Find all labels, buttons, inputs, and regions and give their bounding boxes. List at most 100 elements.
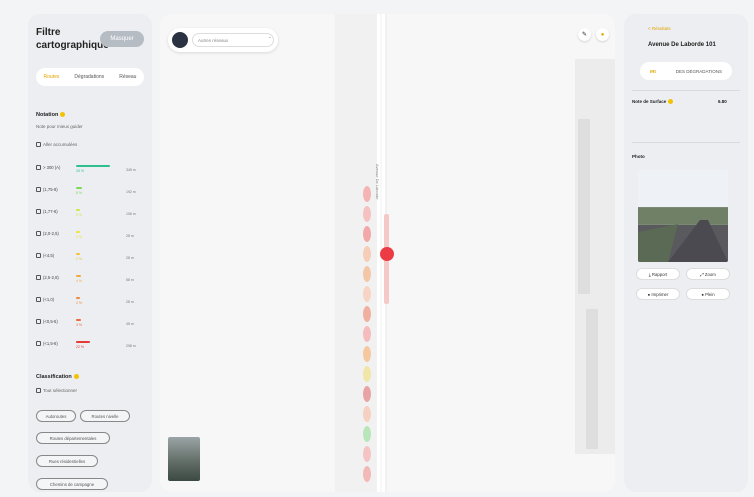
- notation-row-percent: 2 %: [76, 257, 83, 261]
- filter-panel: Filtre cartographique Masquer Routes Dég…: [28, 14, 152, 492]
- tab-degradations[interactable]: Dégradations: [74, 74, 104, 80]
- classification-all-checkbox[interactable]: Tout sélectionner: [36, 388, 77, 394]
- road-segment-marker[interactable]: [363, 286, 371, 302]
- back-link[interactable]: < Résultats: [648, 26, 671, 31]
- tab-routes[interactable]: Routes: [44, 74, 60, 80]
- notation-row[interactable]: (1,75-8) 8 % 192 m: [36, 186, 146, 196]
- road-segment-marker[interactable]: [363, 186, 371, 202]
- tab-reseau[interactable]: Réseau: [119, 74, 136, 80]
- info-icon[interactable]: [668, 99, 674, 105]
- notation-row-label-text: (2,5-2,8): [43, 275, 59, 280]
- tab-iri[interactable]: IRI: [650, 69, 656, 74]
- checkbox-icon[interactable]: [36, 341, 41, 347]
- pill-chemins-campagne[interactable]: Chemins de campagne: [36, 478, 108, 490]
- notation-row-percent: 2 %: [76, 235, 83, 239]
- notation-row-bar: [76, 231, 80, 233]
- notation-all-checkbox[interactable]: Aller accumulées: [36, 142, 77, 148]
- notation-row-label: (<1,0): [36, 297, 54, 303]
- notation-row-label-text: (<1,5-6): [43, 341, 58, 346]
- divider: [632, 90, 740, 91]
- map-view[interactable]: Avenue De Laborde Autres réseaux ⌄ ✎ ●: [160, 14, 615, 492]
- checkbox-icon[interactable]: [36, 297, 41, 303]
- notation-row-bar: [76, 253, 80, 255]
- note-surface-text: Note de Surface: [632, 99, 667, 104]
- location-pin-icon[interactable]: ●: [596, 28, 609, 41]
- classification-heading-text: Classification: [36, 374, 72, 380]
- checkbox-icon[interactable]: [36, 275, 41, 281]
- edit-icon[interactable]: ✎: [578, 28, 591, 41]
- print-button[interactable]: ● Imprimer: [636, 288, 680, 300]
- pill-routes-departementales[interactable]: Routes départementales: [36, 432, 110, 444]
- notation-row-label-text: > 300 (A): [43, 165, 61, 170]
- checkbox-icon[interactable]: [36, 165, 41, 171]
- notation-row-bar: [76, 187, 82, 189]
- checkbox-icon[interactable]: [36, 253, 41, 259]
- tab-degradations[interactable]: DES DÉGRADATIONS: [676, 69, 722, 74]
- notation-heading-text: Notation: [36, 112, 59, 118]
- road-segment-marker[interactable]: [363, 346, 371, 362]
- checkbox-icon[interactable]: [36, 388, 41, 394]
- note-surface-value: 6.80: [718, 99, 727, 104]
- road-segment-marker[interactable]: [363, 406, 371, 422]
- road-segment-marker[interactable]: [363, 426, 371, 442]
- photo-heading: Photo: [632, 154, 645, 159]
- notation-row[interactable]: (2,5-2,8) 4 % 58 m: [36, 274, 146, 284]
- notation-row-bar: [76, 275, 81, 277]
- divider: [632, 142, 740, 143]
- notation-row-label-text: (1,75-8): [43, 187, 58, 192]
- notation-row-bar: [76, 341, 90, 343]
- road-segment-marker[interactable]: [363, 226, 371, 242]
- road-segment-marker[interactable]: [363, 306, 371, 322]
- report-button[interactable]: ⤓ Rapport: [636, 268, 680, 280]
- road-segment-marker[interactable]: [363, 466, 371, 482]
- filter-tabs: Routes Dégradations Réseau: [36, 68, 144, 86]
- road-segment-marker[interactable]: [363, 386, 371, 402]
- road-segment-marker[interactable]: [363, 366, 371, 382]
- road-segment-marker[interactable]: [363, 206, 371, 222]
- info-icon[interactable]: [73, 374, 79, 380]
- notation-row[interactable]: (<0,5-5) 3 % 45 m: [36, 318, 146, 328]
- zoom-button[interactable]: ⤢ Zoom: [686, 268, 730, 280]
- pill-autoroutes[interactable]: Autoroutes: [36, 410, 76, 422]
- notation-row[interactable]: > 300 (A) 25 % 345 m: [36, 164, 146, 174]
- road-photo[interactable]: [638, 170, 728, 262]
- notation-row[interactable]: (<1,5-6) 22 % 298 m: [36, 340, 146, 350]
- notation-row[interactable]: (<4,5) 2 % 28 m: [36, 252, 146, 262]
- road-segment-marker[interactable]: [363, 266, 371, 282]
- road-segment-marker[interactable]: [363, 326, 371, 342]
- chevron-down-icon[interactable]: ⌄: [268, 34, 272, 40]
- checkbox-icon[interactable]: [36, 231, 41, 237]
- notation-row-length: 298 m: [126, 344, 136, 348]
- map-canvas[interactable]: Avenue De Laborde: [160, 14, 615, 492]
- pill-routes-nivelle[interactable]: Routes nivelle: [80, 410, 130, 422]
- notation-row-length: 28 m: [126, 234, 134, 238]
- checkbox-icon[interactable]: [36, 187, 41, 193]
- notation-row-percent: 4 %: [76, 279, 83, 283]
- street-view-thumbnail[interactable]: [168, 437, 200, 481]
- hide-filters-button[interactable]: Masquer: [100, 31, 144, 47]
- checkbox-icon[interactable]: [36, 319, 41, 325]
- checkbox-icon[interactable]: [36, 142, 41, 148]
- search-bar: Autres réseaux ⌄: [168, 28, 278, 52]
- street-label: Avenue De Laborde: [375, 164, 380, 200]
- print-label: Imprimer: [651, 291, 669, 297]
- notation-row-bar: [76, 297, 80, 299]
- map-building: [586, 309, 598, 449]
- road-segment-marker[interactable]: [363, 246, 371, 262]
- notation-row-label: (<1,5-6): [36, 341, 58, 347]
- notation-row[interactable]: (<1,0) 2 % 28 m: [36, 296, 146, 306]
- photo-trees: [638, 208, 728, 224]
- road-segment-marker[interactable]: [363, 446, 371, 462]
- checkbox-icon[interactable]: [36, 209, 41, 215]
- notation-row[interactable]: (2,0-2,5) 2 % 28 m: [36, 230, 146, 240]
- fullscreen-button[interactable]: ● Plein: [686, 288, 730, 300]
- notation-row[interactable]: (1,77-6) 3 % 106 m: [36, 208, 146, 218]
- pill-rues-residentielles[interactable]: Rues résidentielles: [36, 455, 98, 467]
- info-icon[interactable]: [60, 112, 66, 118]
- detail-panel: < Résultats Avenue De Laborde 101 IRI DE…: [624, 14, 748, 492]
- notation-row-percent: 22 %: [76, 345, 84, 349]
- notation-row-length: 45 m: [126, 322, 134, 326]
- selected-point-marker[interactable]: [380, 247, 394, 261]
- notation-row-length: 345 m: [126, 168, 136, 172]
- search-input[interactable]: Autres réseaux: [192, 33, 274, 47]
